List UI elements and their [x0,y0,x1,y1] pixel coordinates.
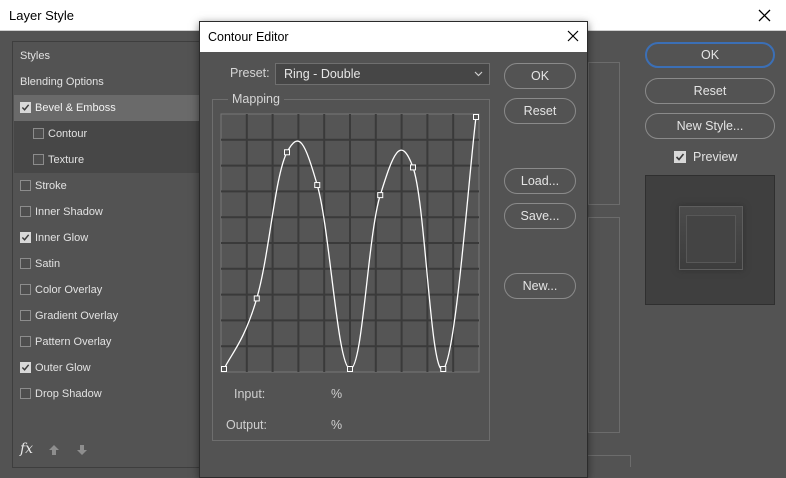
reset-button[interactable]: Reset [645,78,775,104]
style-item-label: Bevel & Emboss [35,102,116,114]
window-close-button[interactable] [742,0,786,31]
fx-button[interactable]: fx [20,441,33,457]
style-item-label: Satin [35,258,61,270]
style-checkbox[interactable] [20,362,31,373]
contour-curve-graph[interactable] [220,113,480,373]
contour-editor-dialog: Contour Editor Preset: Ring - Double Map… [199,21,588,478]
new-button[interactable]: New... [504,273,576,299]
bevel-shading-frame [588,217,620,433]
preset-value: Ring - Double [284,67,361,81]
preview-label: Preview [693,150,738,164]
style-item-label: Inner Glow [35,232,89,244]
style-checkbox[interactable] [20,102,31,113]
curve-point[interactable] [377,192,384,199]
curve-point[interactable] [440,366,447,372]
style-item-stroke[interactable]: Stroke [14,173,212,199]
style-checkbox[interactable] [20,388,31,399]
preview-checkbox[interactable] [674,151,686,163]
curve-point[interactable] [347,366,353,372]
load-button[interactable]: Load... [504,168,576,194]
style-item-inner-shadow[interactable]: Inner Shadow [14,199,212,225]
checkmark-icon [675,153,685,161]
preview-shape [679,206,743,270]
style-item-styles[interactable]: Styles [14,43,212,69]
style-item-blending-options[interactable]: Blending Options [14,69,212,95]
input-label: Input: [234,387,266,401]
style-checkbox[interactable] [33,154,44,165]
style-item-gradient-overlay[interactable]: Gradient Overlay [14,303,212,329]
style-item-outer-glow[interactable]: Outer Glow [14,355,212,381]
checkmark-icon [21,104,30,111]
style-item-contour[interactable]: Contour [14,121,212,147]
close-icon [758,9,771,22]
curve-point[interactable] [284,149,290,156]
style-item-texture[interactable]: Texture [14,147,212,173]
style-item-label: Inner Shadow [35,206,103,218]
style-item-label: Blending Options [20,76,104,88]
checkmark-icon [21,234,30,241]
contour-reset-button[interactable]: Reset [504,98,576,124]
bevel-structure-frame [588,62,620,205]
contour-editor-titlebar: Contour Editor [200,22,587,52]
styles-panel: Styles Blending Options Bevel & Emboss Cont… [12,41,212,468]
style-checkbox[interactable] [20,258,31,269]
style-item-label: Contour [48,128,88,140]
ok-button[interactable]: OK [645,42,775,68]
curve-point[interactable] [410,164,416,171]
contour-ok-button[interactable]: OK [504,63,576,89]
window-title: Layer Style [9,8,75,23]
curve-point[interactable] [221,366,227,372]
style-item-satin[interactable]: Satin [14,251,212,277]
style-item-inner-glow[interactable]: Inner Glow [14,225,212,251]
mapping-label: Mapping [228,92,284,106]
new-style-button[interactable]: New Style... [645,113,775,139]
curve-point[interactable] [314,182,321,189]
style-checkbox[interactable] [20,232,31,243]
style-item-label: Pattern Overlay [35,336,112,348]
move-up-icon[interactable] [48,443,60,457]
input-unit: % [331,387,343,401]
checkmark-icon [21,364,30,371]
style-item-label: Texture [48,154,85,166]
style-preview-thumbnail [645,175,775,305]
save-button[interactable]: Save... [504,203,576,229]
style-item-label: Drop Shadow [35,388,102,400]
style-item-label: Gradient Overlay [35,310,119,322]
style-item-bevel-emboss[interactable]: Bevel & Emboss [14,95,212,121]
style-checkbox[interactable] [33,128,44,139]
curve-point[interactable] [473,114,479,120]
style-checkbox[interactable] [20,180,31,191]
output-label: Output: [226,418,267,432]
style-item-label: Outer Glow [35,362,91,374]
chevron-down-icon [474,71,483,77]
preset-dropdown[interactable]: Ring - Double [275,63,490,85]
style-item-label: Styles [20,50,50,62]
move-down-icon[interactable] [76,443,88,457]
curve-point[interactable] [253,295,260,302]
style-item-pattern-overlay[interactable]: Pattern Overlay [14,329,212,355]
close-icon[interactable] [567,30,579,42]
preset-label: Preset: [230,66,270,80]
style-checkbox[interactable] [20,284,31,295]
style-item-label: Stroke [35,180,67,192]
dialog-title: Contour Editor [208,30,289,44]
style-item-drop-shadow[interactable]: Drop Shadow [14,381,212,407]
style-checkbox[interactable] [20,206,31,217]
style-item-label: Color Overlay [35,284,103,296]
style-checkbox[interactable] [20,310,31,321]
output-unit: % [331,418,343,432]
style-item-color-overlay[interactable]: Color Overlay [14,277,212,303]
style-checkbox[interactable] [20,336,31,347]
styles-panel-footer: fx [14,437,212,467]
